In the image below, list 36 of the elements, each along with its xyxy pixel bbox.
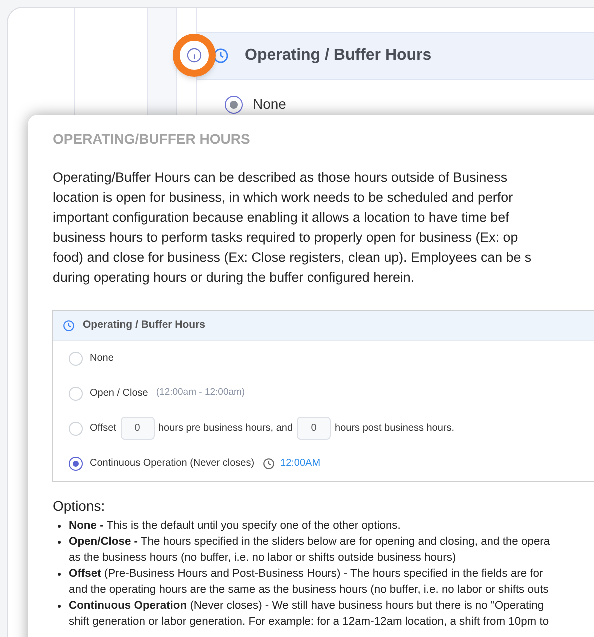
option-description: None - This is the default until you specify one of the other options. (69, 519, 401, 534)
option-text: hours post business hours. (335, 422, 455, 436)
description-line: business hours to perform tasks required to properly open for business (Ex: op (53, 229, 518, 247)
bullet-icon (58, 573, 61, 576)
time-value[interactable]: 12:00AM (280, 456, 321, 471)
options-heading: Options: (53, 497, 106, 516)
description-line: location is open for business, in which work needs to be scheduled and perfor (53, 189, 514, 207)
option-label: Offset (90, 422, 116, 436)
bullet-icon (58, 541, 61, 544)
clock-icon (63, 320, 75, 332)
option-description: as the business hours (no buffer, i.e. no labor or shifts outside business hours) (69, 551, 456, 566)
option-label: None (90, 352, 114, 366)
option-text: hours pre business hours, and (158, 422, 294, 436)
bullet-icon (58, 525, 61, 528)
bullet-icon (58, 605, 61, 608)
option-description: Offset (Pre-Business Hours and Post-Business Hours) - The hours specified in the fields are for (69, 567, 544, 582)
radio-button[interactable] (69, 456, 83, 470)
hours-field[interactable]: 0 (297, 417, 332, 440)
option-label: Continuous Operation (Never closes) (90, 457, 255, 471)
description-line: during operating hours or during the buffer configured herein. (53, 269, 415, 287)
popup-title: OPERATING/BUFFER HOURS (53, 130, 250, 149)
option-description: and the operating hours are the same as the business hours (no buffer, i.e. no labor or shifts outs (69, 583, 549, 598)
hours-field[interactable]: 0 (120, 417, 154, 440)
time-range: (12:00am - 12:00am) (156, 386, 246, 400)
description-line: food) and close for business (Ex: Close registers, clean up). Employees can be s (53, 249, 532, 267)
option-description: Continuous Operation (Never closes) - We still have business hours but there is no "Operating (69, 599, 544, 614)
option-description: Open/Close - The hours specified in the sliders below are for opening and closing, and the opera (69, 535, 550, 550)
section-title: Operating / Buffer Hours (245, 46, 432, 66)
description-line: important configuration because enabling it allows a location to have time bef (53, 209, 510, 227)
description-line: Operating/Buffer Hours can be described as those hours outside of Business (53, 169, 508, 187)
screenshot-title: Operating / Buffer Hours (83, 318, 206, 333)
radio-button[interactable] (225, 96, 243, 114)
clock-icon (262, 458, 275, 470)
option-label: Open / Close (90, 387, 148, 401)
option-description: shift generation or labor generation. For example: for a 12am-12am location, a shift from 10pm to (69, 615, 550, 630)
option-label: None (253, 95, 286, 114)
